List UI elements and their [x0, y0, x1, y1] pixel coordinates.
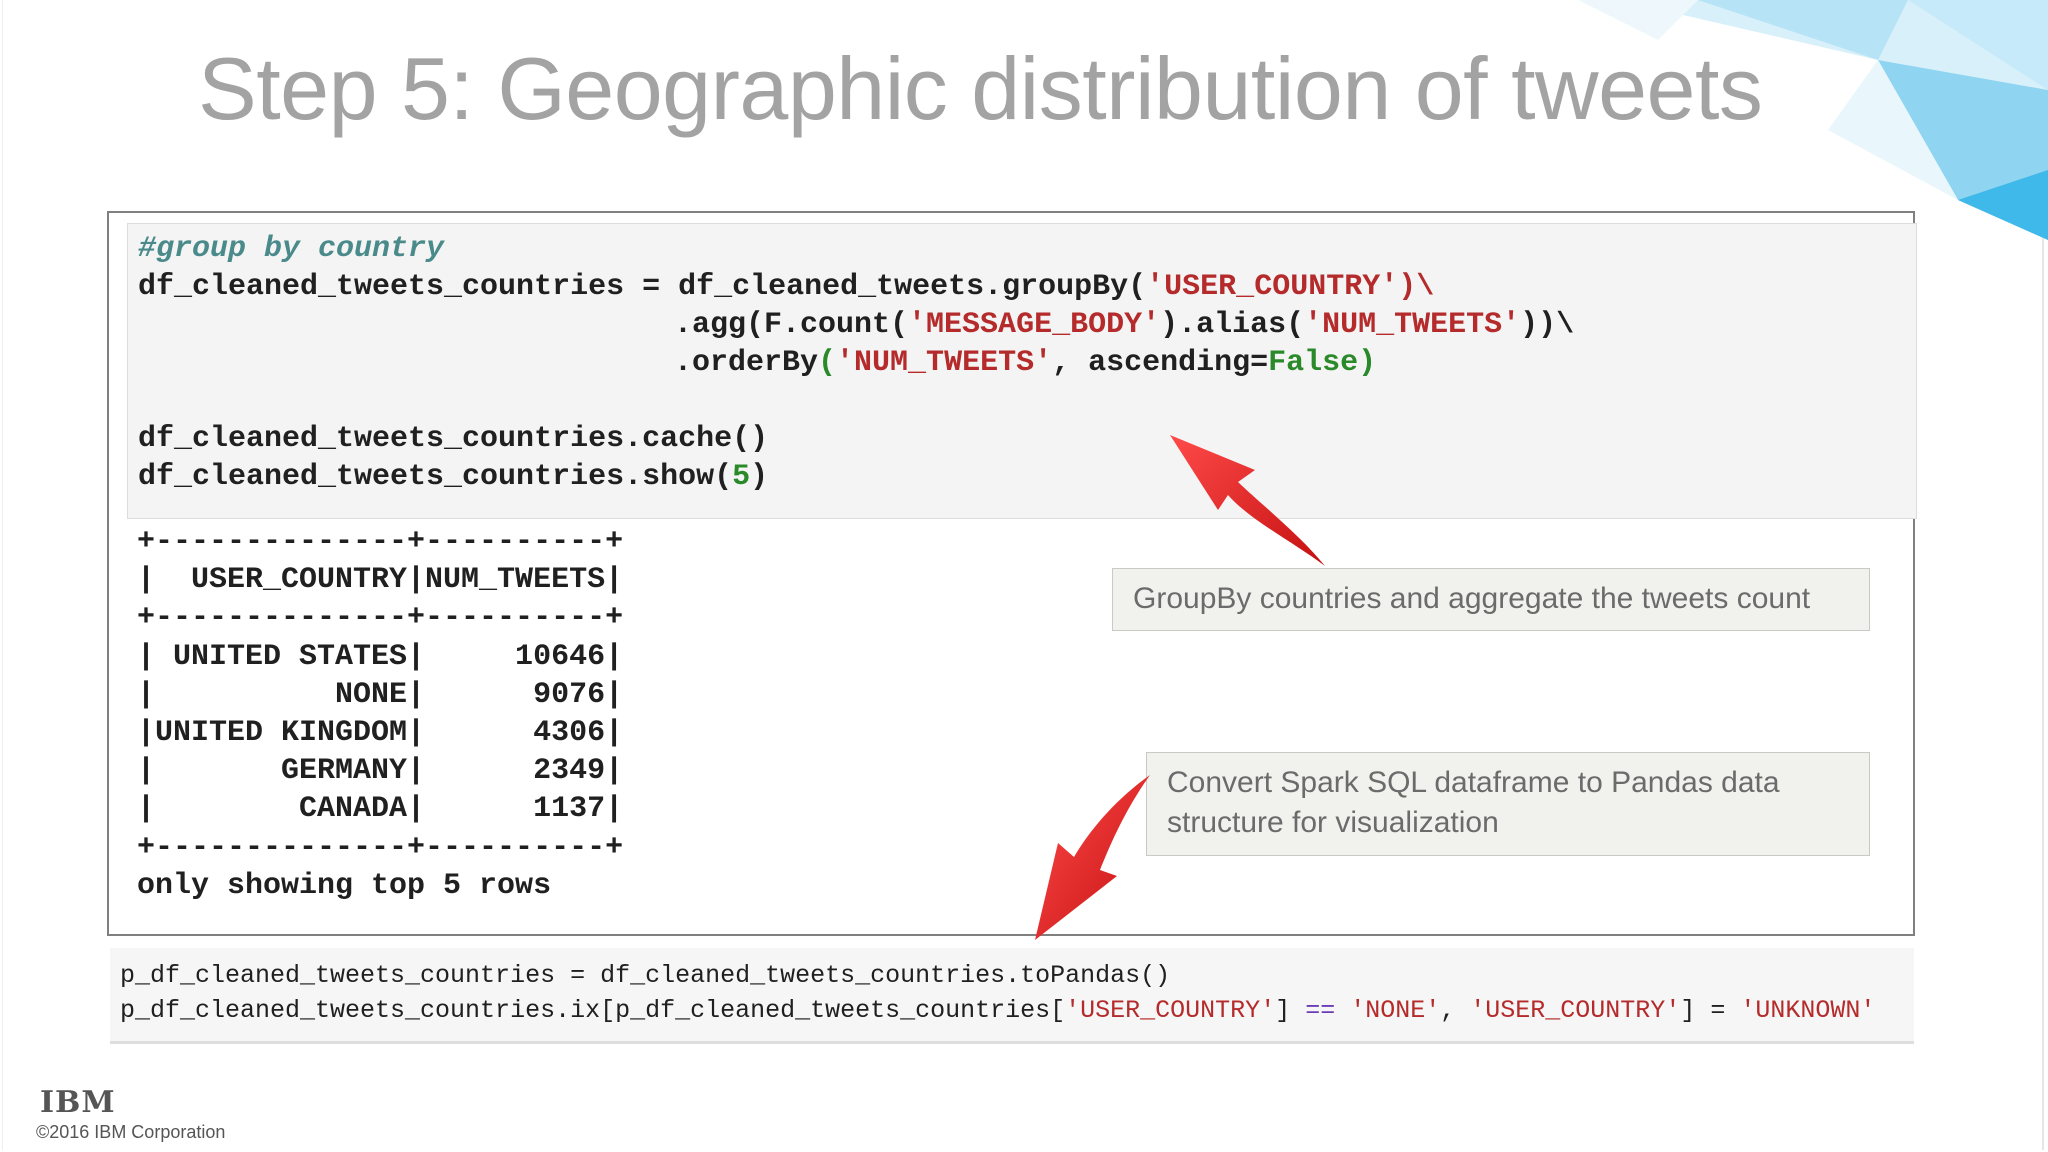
- callout-convert: Convert Spark SQL dataframe to Pandas da…: [1146, 752, 1870, 856]
- ibm-logo: IBM: [40, 1085, 116, 1120]
- code-cell-groupby[interactable]: #group by country df_cleaned_tweets_coun…: [127, 223, 1917, 519]
- output-table-border: +--------------+----------+: [137, 830, 624, 865]
- output-table-row: |UNITED KINGDOM| 4306|: [137, 715, 624, 750]
- callout-convert-line1: Convert Spark SQL dataframe to Pandas da…: [1167, 766, 1780, 799]
- output-table-border: +--------------+----------+: [137, 525, 624, 559]
- callout-groupby: GroupBy countries and aggregate the twee…: [1112, 568, 1870, 631]
- callout-convert-line2: structure for visualization: [1167, 806, 1499, 839]
- code-line-cache: df_cleaned_tweets_countries.cache(): [138, 422, 769, 456]
- code-line-orderby: .orderBy('NUM_TWEETS', ascending=False): [674, 346, 1377, 380]
- code-line-topandas: p_df_cleaned_tweets_countries = df_clean…: [120, 961, 1171, 990]
- code-line-show: df_cleaned_tweets_countries.show(5): [138, 460, 769, 494]
- code-line-groupby: df_cleaned_tweets_countries = df_cleaned…: [138, 270, 1435, 304]
- code-line-replace-none: p_df_cleaned_tweets_countries.ix[p_df_cl…: [120, 996, 1876, 1025]
- code-line-agg: .agg(F.count('MESSAGE_BODY').alias('NUM_…: [674, 308, 1575, 342]
- copyright-text: ©2016 IBM Corporation: [36, 1122, 226, 1142]
- output-table-border: +--------------+----------+: [137, 601, 624, 636]
- slide-title: Step 5: Geographic distribution of tweet…: [198, 39, 1763, 138]
- output-table-row: | CANADA| 1137|: [137, 792, 624, 827]
- code-cell-topandas[interactable]: p_df_cleaned_tweets_countries = df_clean…: [110, 948, 1914, 1044]
- output-table-row: | UNITED STATES| 10646|: [137, 639, 624, 674]
- output-table-row: | NONE| 9076|: [137, 677, 624, 712]
- code-line-comment: #group by country: [138, 232, 445, 266]
- cell-output: +--------------+----------+ | USER_COUNT…: [137, 523, 623, 905]
- output-footer-note: only showing top 5 rows: [137, 868, 552, 903]
- output-table-header: | USER_COUNTRY|NUM_TWEETS|: [137, 563, 624, 598]
- callout-groupby-text: GroupBy countries and aggregate the twee…: [1133, 582, 1811, 615]
- output-table-row: | GERMANY| 2349|: [137, 754, 624, 789]
